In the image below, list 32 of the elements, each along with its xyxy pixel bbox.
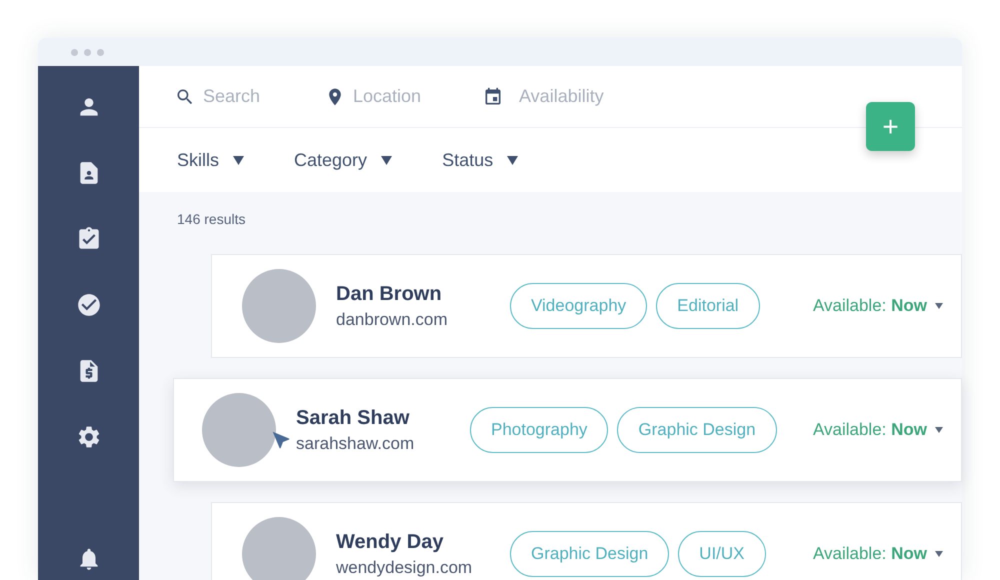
caret-icon [233, 156, 244, 164]
caret-icon [381, 156, 392, 164]
filter-dropdown[interactable]: Status [442, 146, 518, 174]
person-card[interactable]: Sarah Shaw sarahshaw.com Photography Graphic Design Available: Now [173, 378, 962, 482]
caret-icon [507, 156, 518, 164]
person-name: Dan Brown [336, 282, 443, 307]
results-count: 146 results [177, 211, 246, 227]
person-name: Wendy Day [336, 530, 444, 555]
caret-icon [935, 427, 943, 433]
skill-tag: Photography [470, 407, 608, 453]
search-field[interactable]: Location [353, 83, 473, 110]
skill-tag: Graphic Design [617, 407, 777, 453]
skill-tag: Videography [510, 283, 648, 329]
search-field[interactable]: Availability [519, 83, 639, 110]
cursor-icon [270, 429, 292, 451]
skill-tag: Graphic Design [510, 531, 670, 577]
website-link[interactable]: danbrown.com [336, 308, 496, 332]
website-link[interactable]: wendydesign.com [336, 556, 496, 580]
search-field[interactable]: Search [203, 83, 323, 110]
skill-tag: Editorial [656, 283, 760, 329]
caret-icon [935, 303, 943, 309]
search-icon [175, 86, 195, 106]
person-card[interactable]: Dan Brown danbrown.com Videography Editorial Available: Now [211, 254, 962, 358]
check-circle-icon[interactable] [76, 292, 102, 318]
calendar-icon [483, 86, 503, 106]
caret-icon [935, 551, 943, 557]
website-link[interactable]: sarahshaw.com [296, 432, 456, 456]
person-card[interactable]: Wendy Day wendydesign.com Graphic Design UI/UX Available: Now [211, 502, 962, 580]
filter-dropdown[interactable]: Category [294, 146, 392, 174]
skill-tag: UI/UX [678, 531, 766, 577]
filter-dropdown[interactable]: Skills [177, 146, 244, 174]
person-name: Sarah Shaw [296, 406, 410, 431]
